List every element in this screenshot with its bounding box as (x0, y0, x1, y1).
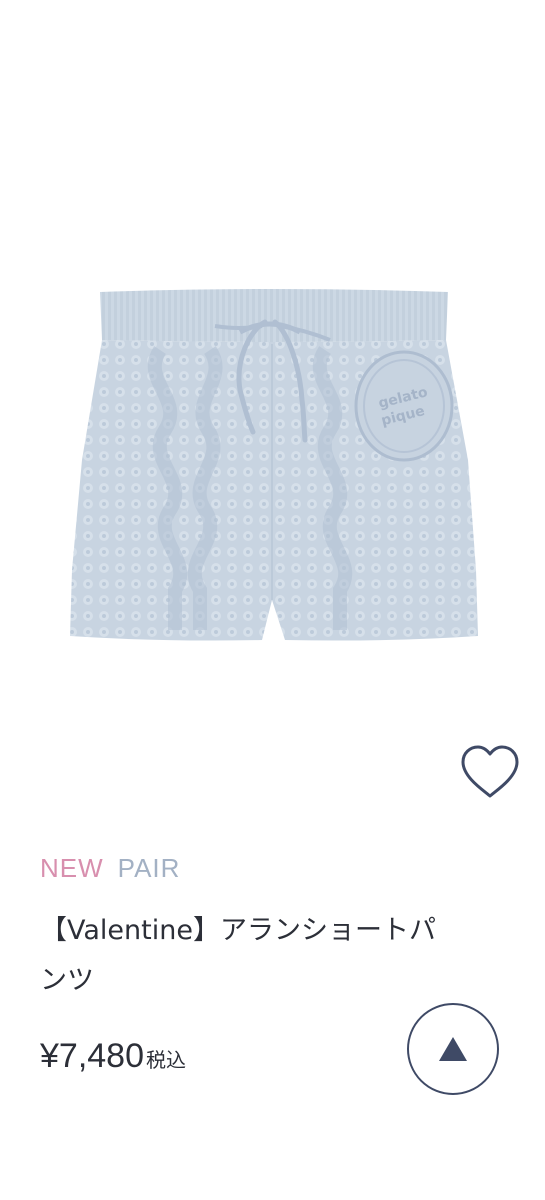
price-row: ¥7,480 税込 (40, 1037, 186, 1076)
heart-outline-icon (461, 745, 519, 798)
triangle-up-icon (439, 1037, 467, 1061)
shorts-illustration: gelato pique (70, 289, 478, 641)
price-tax-label: 税込 (146, 1048, 186, 1072)
scroll-to-top-button[interactable] (407, 1003, 499, 1095)
favorite-button[interactable] (455, 740, 525, 804)
product-title[interactable]: 【Valentine】アランショートパンツ (40, 906, 460, 1006)
product-image[interactable]: gelato pique (0, 0, 545, 720)
price-amount: ¥7,480 (40, 1037, 144, 1075)
tag-new: NEW (40, 852, 104, 883)
product-tags: NEW PAIR (40, 851, 180, 885)
tag-pair: PAIR (117, 852, 181, 883)
